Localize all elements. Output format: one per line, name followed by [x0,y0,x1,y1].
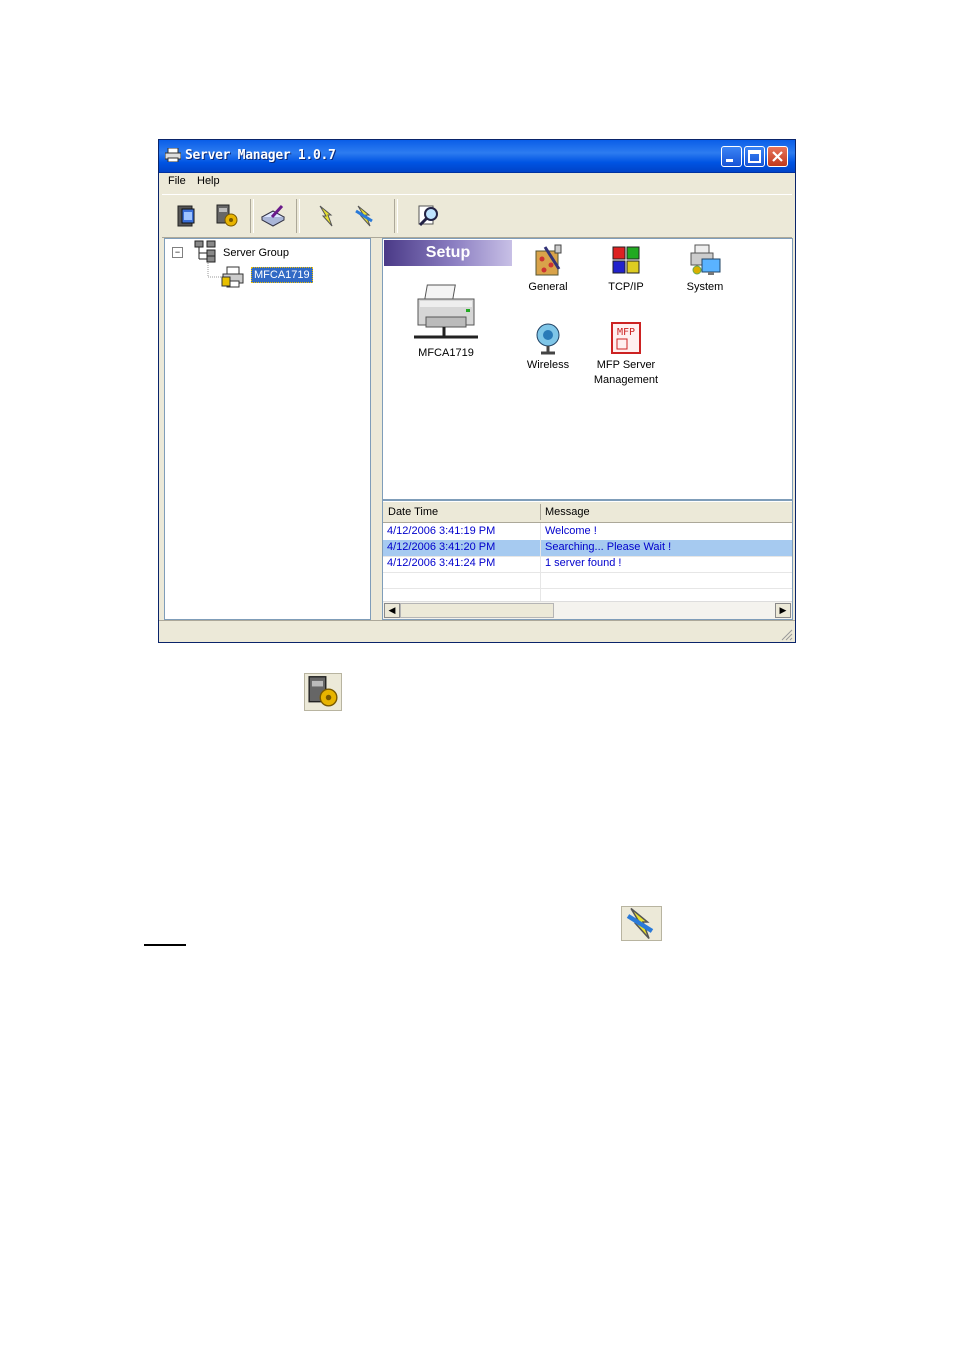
system-icon [690,244,721,275]
title-bar[interactable]: Server Manager 1.0.7 [159,140,795,173]
edit-config-button[interactable] [256,199,290,233]
log-row-empty [383,572,792,589]
svg-text:MFP: MFP [617,327,635,338]
disconnect-icon [355,205,373,227]
toolbar-separator [296,199,300,233]
server-icon [177,205,195,227]
mfp-label-line1: MFP Server [596,359,656,371]
server-manager-window: Server Manager 1.0.7 File Help − Server … [158,139,796,643]
toolbar-separator [394,199,398,233]
menu-help[interactable]: Help [197,175,220,187]
log-datetime: 4/12/2006 3:41:24 PM [387,557,496,569]
server-settings-icon [308,676,338,707]
underline-mark [144,944,186,946]
setup-panel: Setup MFCA1719 General TCP/IP System Wir… [382,238,793,500]
setup-wireless[interactable]: Wireless [503,321,593,373]
wireless-icon [536,323,560,355]
tree-connector [207,263,221,278]
server-settings-icon [216,204,238,227]
server-settings-button[interactable] [210,199,244,233]
maximize-button[interactable] [744,146,765,167]
setup-title: Setup [425,244,471,261]
log-list: Date Time Message 4/12/2006 3:41:19 PM W… [382,500,793,620]
printer-app-icon [164,147,182,163]
toolbar [162,194,792,238]
connect-button[interactable] [310,199,344,233]
column-message[interactable]: Message [545,506,590,518]
tree-node-mfca1719[interactable]: MFCA1719 [251,267,313,283]
tcpip-label: TCP/IP [608,281,644,293]
log-datetime: 4/12/2006 3:41:19 PM [387,525,496,537]
toolbar-separator [250,199,254,233]
system-label: System [686,281,724,293]
log-row-selected[interactable]: 4/12/2006 3:41:20 PM Searching... Please… [383,540,792,557]
setup-system[interactable]: System [660,243,750,295]
edit-config-icon [260,204,286,227]
wireless-label: Wireless [526,359,570,371]
scroll-right-button[interactable]: ▶ [775,603,791,618]
log-message: Searching... Please Wait ! [545,541,672,553]
log-row[interactable]: 4/12/2006 3:41:19 PM Welcome ! [383,524,792,541]
window-title: Server Manager 1.0.7 [185,148,336,163]
menu-bar: File Help [159,172,795,194]
server-icon-button[interactable] [170,199,204,233]
close-button[interactable] [767,146,788,167]
setup-general[interactable]: General [503,243,593,295]
menu-file[interactable]: File [168,175,186,187]
status-bar [159,620,795,643]
disconnect-icon [626,907,654,940]
setup-tcpip[interactable]: TCP/IP [581,243,671,295]
general-label: General [528,281,568,293]
scroll-left-button[interactable]: ◀ [384,603,400,618]
log-message: 1 server found ! [545,557,622,569]
log-datetime: 4/12/2006 3:41:20 PM [387,541,496,553]
log-row[interactable]: 4/12/2006 3:41:24 PM 1 server found ! [383,556,792,573]
mfp-label-line2: Management [593,374,659,386]
tcpip-icon [612,246,640,274]
column-divider [540,504,541,520]
device-mfca1719[interactable]: MFCA1719 [401,281,491,361]
setup-header: Setup [384,240,512,266]
tree-collapse-toggle[interactable]: − [172,247,183,258]
scroll-thumb[interactable] [400,603,554,618]
search-button[interactable] [412,199,446,233]
device-label: MFCA1719 [418,347,474,359]
minimize-button[interactable] [721,146,742,167]
log-message: Welcome ! [545,525,597,537]
server-group-icon [194,240,216,263]
horizontal-scrollbar[interactable]: ◀ ▶ [383,601,792,619]
column-date-time[interactable]: Date Time [388,506,438,518]
search-icon [418,205,438,227]
large-printer-icon [414,284,478,339]
tree-root-label[interactable]: Server Group [223,247,289,259]
setup-mfp-management[interactable]: MFP MFP Server Management [581,321,671,388]
printer-icon [221,266,244,288]
server-tree: − Server Group MFCA1719 [164,238,371,620]
server-settings-icon-sample [304,673,342,711]
mfp-management-icon: MFP [611,322,641,354]
column-gridline [540,523,541,601]
log-header: Date Time Message [383,502,792,523]
general-icon [535,244,562,276]
disconnect-button[interactable] [348,199,382,233]
connect-icon [319,205,333,227]
resize-grip-icon[interactable] [781,629,793,641]
disconnect-icon-sample [621,906,662,941]
